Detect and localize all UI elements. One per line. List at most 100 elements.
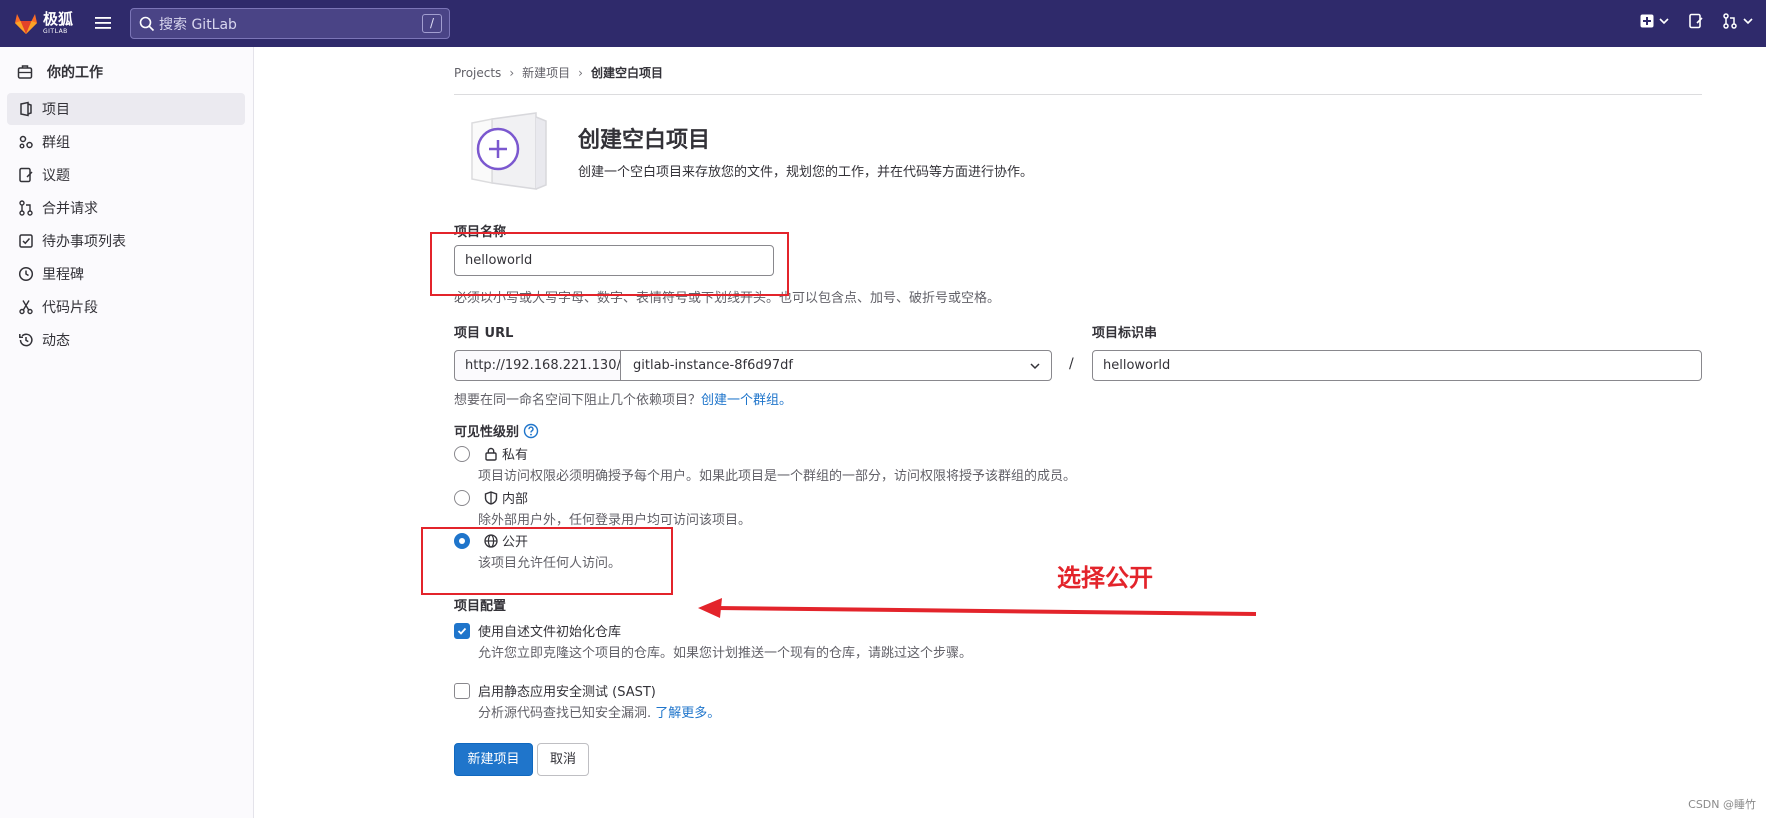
visibility-label-text: 可见性级别 <box>454 425 520 440</box>
readme-checkbox[interactable] <box>454 622 470 639</box>
page-title: 创建空白项目 <box>578 128 711 153</box>
check-icon <box>457 627 467 635</box>
breadcrumb: Projects › 新建项目 › 创建空白项目 <box>454 64 663 81</box>
fox-logo-icon <box>15 14 37 34</box>
history-icon <box>19 333 33 347</box>
url-separator: / <box>1069 356 1074 372</box>
sidebar-item-label: 代码片段 <box>42 300 98 316</box>
page-description: 创建一个空白项目来存放您的文件，规划您的工作，并在代码等方面进行协作。 <box>578 165 1034 180</box>
visibility-private-radio[interactable] <box>454 445 470 462</box>
sidebar-item-groups[interactable]: 群组 <box>7 126 245 158</box>
issues-nav-button[interactable] <box>1688 13 1704 29</box>
sidebar-header-title: 你的工作 <box>47 65 103 81</box>
readme-label: 使用自述文件初始化仓库 <box>478 625 622 640</box>
group-help-text: 想要在同一命名空间下阻止几个依赖项目？ <box>454 393 702 408</box>
visibility-internal-desc: 除外部用户外，任何登录用户均可访问该项目。 <box>478 513 752 528</box>
sidebar-item-milestones[interactable]: 里程碑 <box>7 258 245 290</box>
annotation-arrow <box>698 598 1257 618</box>
snippet-icon <box>19 300 33 315</box>
sidebar-item-activity[interactable]: 动态 <box>7 324 245 356</box>
merge-requests-icon <box>1723 13 1737 29</box>
annotation-box-public <box>421 527 673 595</box>
breadcrumb-projects[interactable]: Projects <box>454 66 501 80</box>
top-navbar: 极狐 GITLAB 搜索 GitLab / <box>0 0 1766 47</box>
merge-requests-dropdown[interactable] <box>1722 13 1754 29</box>
hamburger-menu-icon[interactable] <box>94 14 112 32</box>
chevron-down-icon <box>1030 363 1040 370</box>
project-config-label: 项目配置 <box>454 599 507 614</box>
chevron-right-icon: › <box>578 65 583 80</box>
search-icon <box>139 16 155 31</box>
sidebar-item-label: 议题 <box>42 168 70 184</box>
group-icon <box>19 135 33 149</box>
visibility-internal-label: 内部 <box>502 492 529 507</box>
divider <box>454 94 1702 95</box>
visibility-private-option[interactable]: 私有 <box>454 444 528 463</box>
question-icon[interactable] <box>523 423 539 439</box>
visibility-private-label: 私有 <box>502 448 529 463</box>
namespace-select-value: gitlab-instance-8f6d97df <box>633 358 793 373</box>
blank-project-illustration <box>471 112 547 190</box>
learn-more-link[interactable]: 了解更多。 <box>655 706 720 721</box>
project-url-prefix: http://192.168.221.130/ <box>454 350 621 381</box>
shield-icon <box>484 490 498 505</box>
lock-icon <box>485 447 497 461</box>
issues-icon <box>1689 13 1703 29</box>
project-url-label: 项目 URL <box>454 326 514 341</box>
sidebar-item-projects[interactable]: 项目 <box>7 93 245 125</box>
sast-checkbox-row[interactable]: 启用静态应用安全测试 (SAST) <box>454 681 656 700</box>
visibility-internal-option[interactable]: 内部 <box>454 488 528 507</box>
sidebar-item-todos[interactable]: 待办事项列表 <box>7 225 245 257</box>
breadcrumb-current[interactable]: 创建空白项目 <box>591 64 663 81</box>
sidebar-item-label: 项目 <box>42 102 70 118</box>
cancel-button[interactable]: 取消 <box>537 743 589 776</box>
visibility-private-desc: 项目访问权限必须明确授予每个用户。如果此项目是一个群组的一部分，访问权限将授予该… <box>478 469 1077 484</box>
search-shortcut-badge: / <box>422 14 442 33</box>
chevron-right-icon: › <box>509 65 515 80</box>
search-placeholder: 搜索 GitLab <box>159 16 237 33</box>
main-content: Projects › 新建项目 › 创建空白项目 创建空白项目 创建一个空白项目… <box>254 47 1766 818</box>
namespace-select[interactable]: gitlab-instance-8f6d97df <box>620 350 1052 381</box>
sidebar-header: 你的工作 <box>17 60 103 84</box>
sast-help-text: 分析源代码查找已知安全漏洞. <box>478 706 652 721</box>
visibility-label: 可见性级别 <box>454 421 539 440</box>
new-item-icon <box>1640 14 1654 28</box>
sidebar-item-merge-requests[interactable]: 合并请求 <box>7 192 245 224</box>
annotation-text: 选择公开 <box>1057 564 1153 592</box>
briefcase-icon <box>17 65 33 79</box>
sidebar-item-issues[interactable]: 议题 <box>7 159 245 191</box>
project-slug-input[interactable]: helloworld <box>1092 350 1702 381</box>
visibility-internal-radio[interactable] <box>454 489 470 506</box>
create-project-button[interactable]: 新建项目 <box>454 743 533 776</box>
chevron-down-icon <box>1659 18 1669 25</box>
project-slug-label: 项目标识串 <box>1092 326 1158 341</box>
annotation-box-name <box>430 232 789 296</box>
clock-icon <box>18 266 34 282</box>
brand-sub: GITLAB <box>43 27 68 35</box>
sidebar-item-label: 动态 <box>42 333 70 349</box>
sidebar-item-label: 待办事项列表 <box>42 234 126 250</box>
readme-help: 允许您立即克隆这个项目的仓库。如果您计划推送一个现有的仓库，请跳过这个步骤。 <box>478 646 973 661</box>
search-input[interactable]: 搜索 GitLab / <box>130 8 450 39</box>
chevron-down-icon <box>1743 18 1753 25</box>
brand-name: 极狐 <box>43 9 74 28</box>
new-item-dropdown[interactable] <box>1640 14 1670 28</box>
sidebar-item-snippets[interactable]: 代码片段 <box>7 291 245 323</box>
sast-checkbox[interactable] <box>454 682 470 699</box>
todo-icon <box>19 234 33 248</box>
readme-checkbox-row[interactable]: 使用自述文件初始化仓库 <box>454 621 621 640</box>
sidebar-item-label: 合并请求 <box>42 201 98 217</box>
sidebar: 你的工作 项目 群组 议题 合并请求 待办事项列表 里程碑 代码片段 动态 <box>0 47 254 818</box>
sidebar-item-label: 群组 <box>42 135 70 151</box>
watermark: CSDN @睡竹 <box>1688 798 1756 811</box>
group-help: 想要在同一命名空间下阻止几个依赖项目？创建一个群组。 <box>454 389 792 408</box>
sast-help: 分析源代码查找已知安全漏洞. 了解更多。 <box>478 702 720 721</box>
project-icon <box>20 101 32 117</box>
breadcrumb-new-project[interactable]: 新建项目 <box>522 64 570 81</box>
merge-request-icon <box>19 200 33 216</box>
create-group-link[interactable]: 创建一个群组。 <box>701 393 792 408</box>
issues-icon <box>19 167 33 183</box>
sast-label: 启用静态应用安全测试 (SAST) <box>478 685 656 700</box>
sidebar-item-label: 里程碑 <box>42 267 84 283</box>
gitlab-logo[interactable]: 极狐 GITLAB <box>12 9 73 37</box>
